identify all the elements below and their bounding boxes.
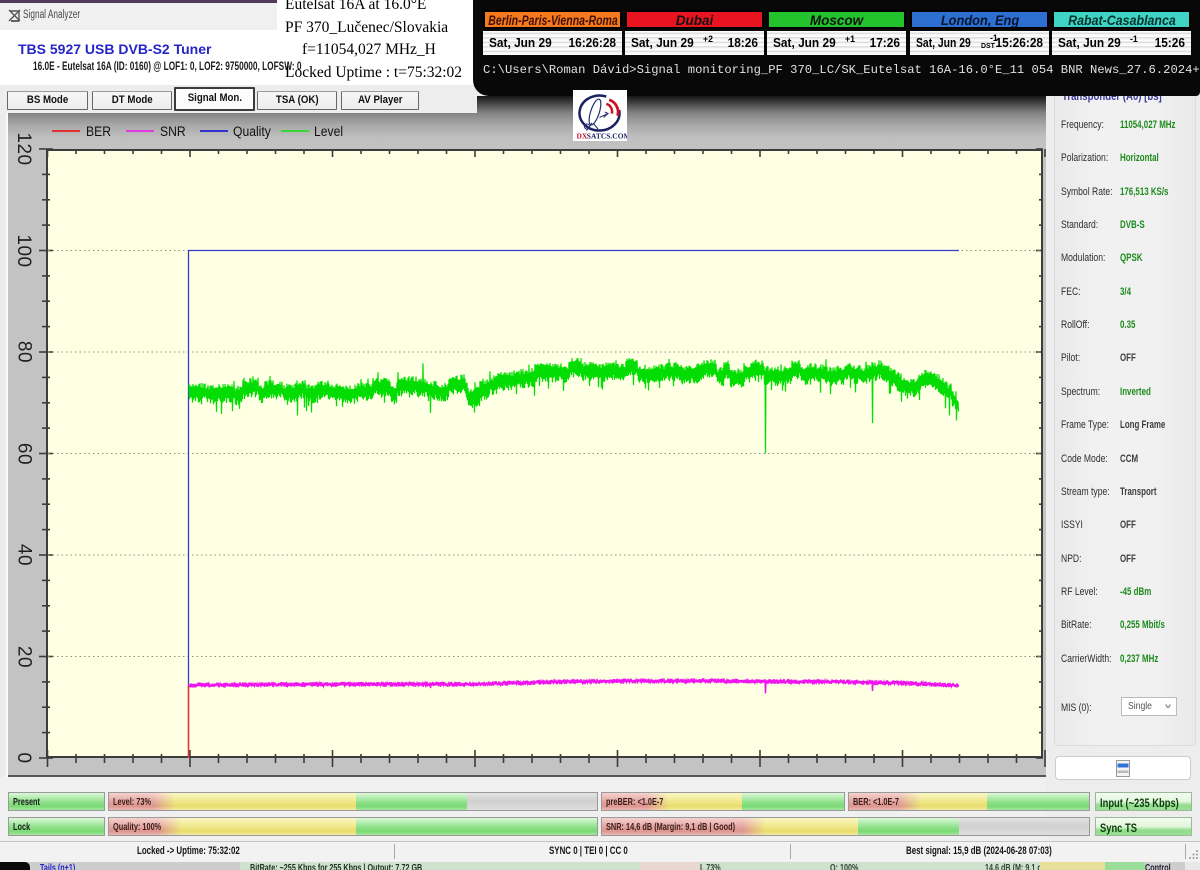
svg-text:SATCS.COM: SATCS.COM (587, 132, 627, 141)
